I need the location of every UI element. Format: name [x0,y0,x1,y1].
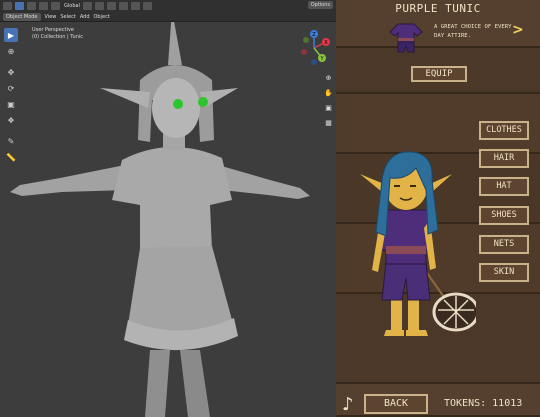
menu-select[interactable]: Select [60,14,75,20]
tool-shelf: ▶ ⊕ ✥ ⟳ ▣ ❖ ✎ 📏 [2,26,20,164]
proportional-icon[interactable] [94,1,104,10]
menu-view[interactable]: View [45,14,57,20]
x-axis-label: X [324,40,328,46]
grid-icon[interactable]: ▦ [323,117,334,128]
game-wardrobe-panel: PURPLE TUNIC A GREAT CHOICE OF EVERY DAY… [336,0,540,417]
category-hair-button[interactable]: HAIR [479,149,529,168]
options-dropdown[interactable]: Options [307,1,333,9]
model-arm-right [218,165,310,199]
model-eye-left [173,99,183,109]
editor-type-icon[interactable] [3,1,12,10]
pan-hand-icon[interactable]: ✋ [323,87,334,98]
annotate-tool-icon[interactable]: ✎ [4,134,18,148]
rotate-tool-icon[interactable]: ⟳ [4,81,18,95]
visibility-icon[interactable] [106,1,116,10]
collection-label: (0) Collection | Tunic [32,34,84,40]
select-mode-icon[interactable] [39,1,48,10]
cursor-tool-icon[interactable]: ⊕ [4,44,18,58]
item-description: A GREAT CHOICE OF EVERY DAY ATTIRE. [434,24,512,39]
equip-button[interactable]: EQUIP [411,66,467,82]
transform-orientation[interactable]: Global [64,3,80,9]
next-item-icon[interactable]: > [512,22,524,38]
scale-tool-icon[interactable]: ▣ [4,97,18,111]
mode-dropdown[interactable]: Object Mode [3,12,41,21]
measure-tool-icon[interactable]: 📏 [4,150,18,164]
blender-window: Global Options Object Mode View Select A… [0,0,336,417]
select-tool-icon[interactable]: ▶ [4,28,18,42]
category-nets-button[interactable]: NETS [479,235,529,254]
menu-object[interactable]: Object [94,14,110,20]
music-note-icon[interactable]: ♪ [342,394,354,415]
viewport-nav-buttons: ⊕ ✋ ▣ ▦ [323,72,335,132]
character-preview [360,151,476,336]
view-name: User Perspective [32,27,74,33]
camera-icon[interactable]: ▣ [323,102,334,113]
category-hat-button[interactable]: HAT [479,177,529,196]
category-shoes-button[interactable]: SHOES [479,206,529,225]
tokens-counter: TOKENS: 11013 [444,398,523,409]
navigation-gizmo[interactable]: X Y Z [292,28,336,68]
menu-add[interactable]: Add [80,14,90,20]
zoom-icon[interactable]: ⊕ [323,72,334,83]
model-eye-right [198,97,208,107]
transform-tool-icon[interactable]: ❖ [4,113,18,127]
select-box-icon[interactable] [15,1,24,10]
select-mode-icon[interactable] [51,1,60,10]
shading-solid-icon[interactable] [130,1,140,10]
category-clothes-button[interactable]: CLOTHES [479,121,529,140]
viewport-info: User Perspective (0) Collection | Tunic [32,27,83,41]
3d-viewport[interactable] [0,0,336,417]
category-skin-button[interactable]: SKIN [479,263,529,282]
model-arm-left [10,165,128,196]
z-axis-label: Z [312,32,316,38]
model-leg-right [180,350,210,417]
back-button[interactable]: BACK [364,394,428,414]
select-mode-icon[interactable] [27,1,36,10]
model-torso [112,146,232,252]
snap-icon[interactable] [82,1,92,10]
purple-tunic-icon [389,23,423,53]
move-tool-icon[interactable]: ✥ [4,65,18,79]
item-name: PURPLE TUNIC [395,2,481,15]
model-skirt [128,246,232,334]
overlay-icon[interactable] [118,1,128,10]
shading-material-icon[interactable] [142,1,152,10]
viewport-header: Global Options Object Mode View Select A… [0,0,336,22]
model-leg-left [145,350,170,417]
